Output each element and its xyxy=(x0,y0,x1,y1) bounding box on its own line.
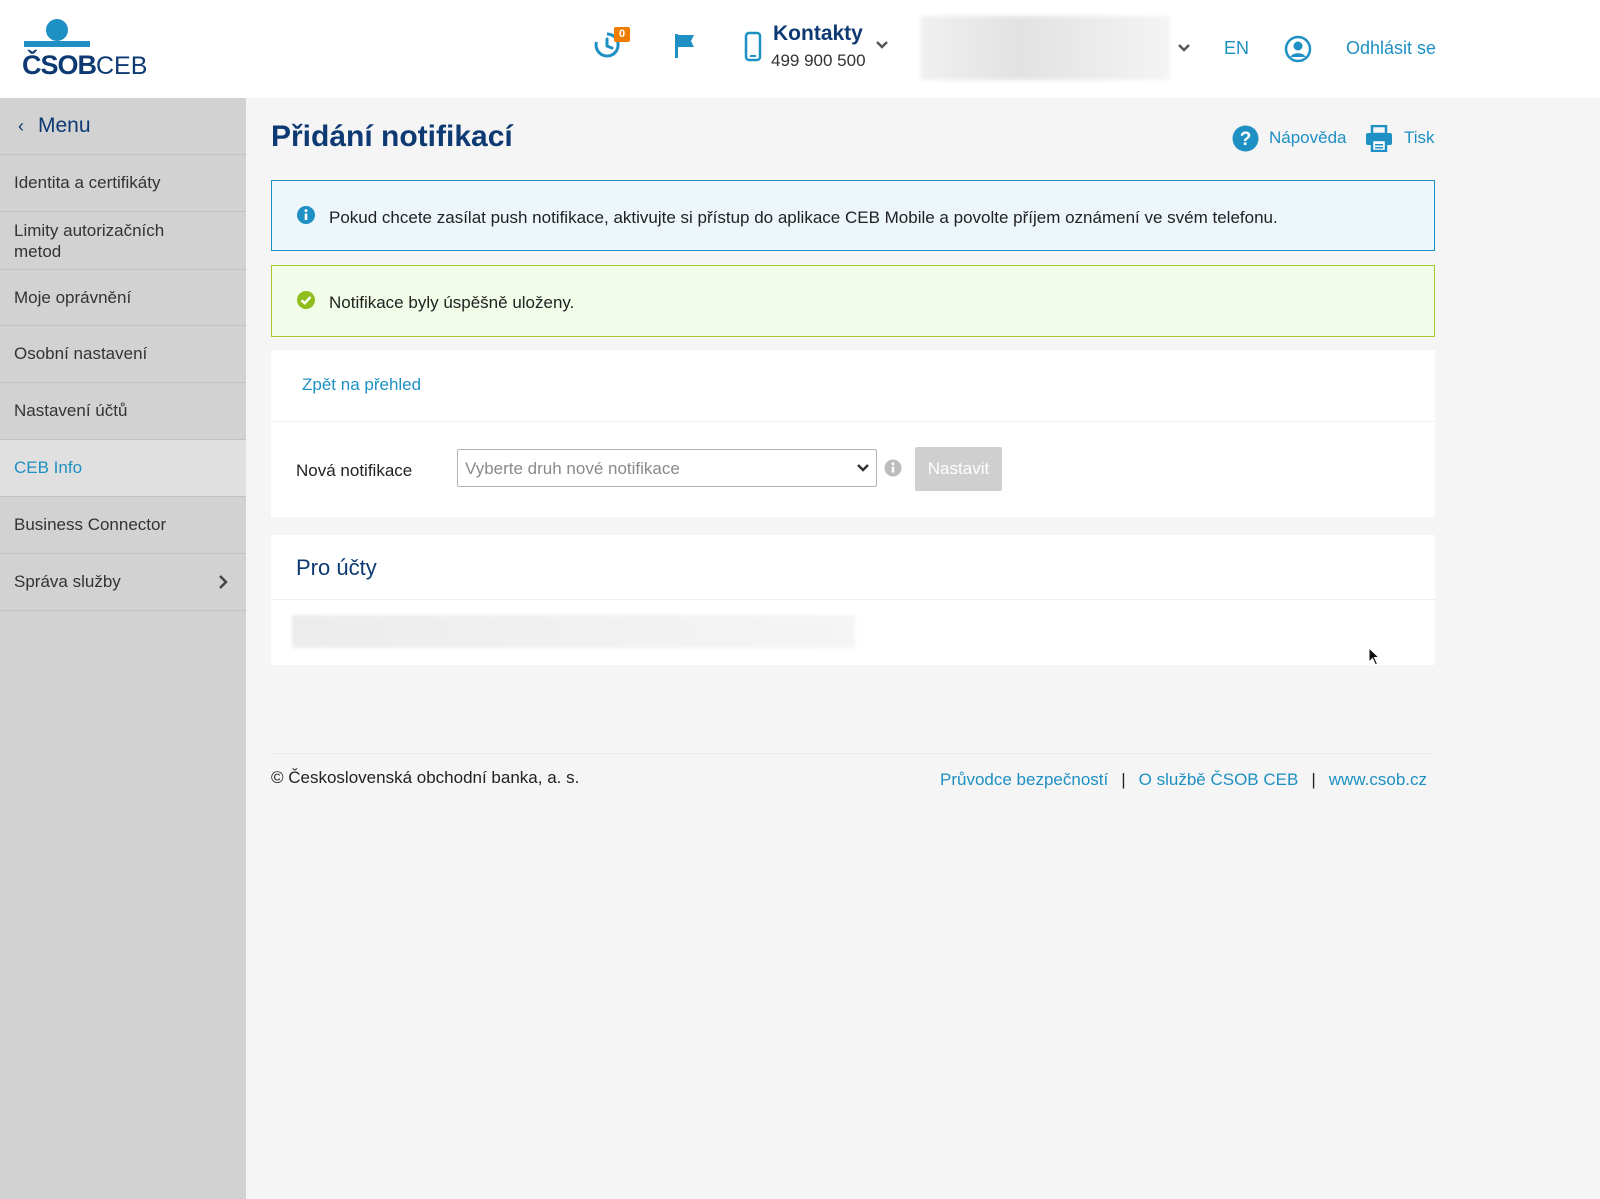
help-question-icon: ? xyxy=(1232,125,1259,152)
check-circle-icon xyxy=(297,291,315,309)
info-tooltip-icon[interactable] xyxy=(884,459,902,477)
csob-logo-mark-icon xyxy=(24,19,90,47)
user-profile-icon[interactable] xyxy=(1284,35,1312,63)
logo-product-text: CEB xyxy=(96,52,148,80)
sidebar-item-label: Business Connector xyxy=(14,515,167,534)
csob-ceb-logo[interactable]: ČSOB CEB xyxy=(22,18,147,80)
menu-label: Menu xyxy=(38,114,91,137)
card-divider xyxy=(271,599,1435,600)
sidebar-item-account-settings[interactable]: Nastavení účtů xyxy=(0,383,246,440)
phone-icon xyxy=(744,31,762,62)
menu-toggle[interactable]: ‹ Menu xyxy=(0,98,246,155)
accounts-section-title: Pro účty xyxy=(296,555,377,580)
footer-link-about-service[interactable]: O službě ČSOB CEB xyxy=(1139,770,1299,789)
contacts-dropdown[interactable]: Kontakty 499 900 500 xyxy=(740,22,890,72)
sidebar-item-label: Nastavení účtů xyxy=(14,401,128,420)
sidebar-item-label: Správa služby xyxy=(14,572,121,591)
sidebar-item-identity[interactable]: Identita a certifikáty xyxy=(0,155,246,212)
account-row-blurred[interactable] xyxy=(292,615,855,648)
chevron-right-icon xyxy=(219,575,228,589)
chevron-down-icon xyxy=(876,41,888,49)
info-alert-text: Pokud chcete zasílat push notifikace, ak… xyxy=(329,208,1278,227)
sidebar-item-label: Identita a certifikáty xyxy=(14,173,161,192)
mouse-cursor-icon xyxy=(1368,647,1381,666)
chevron-down-icon[interactable] xyxy=(1177,43,1191,53)
info-alert: Pokud chcete zasílat push notifikace, ak… xyxy=(271,180,1435,251)
help-label: Nápověda xyxy=(1269,128,1347,147)
contacts-phone: 499 900 500 xyxy=(771,51,866,70)
page-title: Přidání notifikací xyxy=(271,120,513,153)
sidebar-item-personal-settings[interactable]: Osobní nastavení xyxy=(0,326,246,383)
language-switch[interactable]: EN xyxy=(1224,38,1249,59)
footer-copyright: © Československá obchodní banka, a. s. xyxy=(271,768,580,787)
accounts-section-card: Pro účty xyxy=(271,535,1435,665)
new-notification-label: Nová notifikace xyxy=(296,461,413,480)
select-placeholder: Vyberte druh nové notifikace xyxy=(465,459,680,478)
history-count-badge: 0 xyxy=(614,27,630,42)
print-link[interactable]: Tisk xyxy=(1365,124,1435,155)
print-label: Tisk xyxy=(1404,128,1435,147)
footer-separator: | xyxy=(1311,770,1316,789)
top-header: ČSOB CEB 0 Kontakty 499 900 500 EN Odhlá… xyxy=(0,0,1600,98)
chevron-down-icon xyxy=(857,464,869,472)
card-divider xyxy=(271,421,1435,422)
back-to-overview-link[interactable]: Zpět na přehled xyxy=(302,375,421,395)
chevron-left-icon: ‹ xyxy=(18,116,24,136)
success-alert-text: Notifikace byly úspěšně uloženy. xyxy=(329,293,575,312)
sidebar-item-label: CEB Info xyxy=(14,458,83,477)
sidebar-item-business-connector[interactable]: Business Connector xyxy=(0,497,246,554)
footer-divider xyxy=(271,753,1435,754)
contacts-title: Kontakty xyxy=(773,22,863,45)
sidebar-item-permissions[interactable]: Moje oprávnění xyxy=(0,270,246,326)
sidebar-item-label: Moje oprávnění xyxy=(14,287,132,307)
sidebar-item-label: Osobní nastavení xyxy=(14,344,148,363)
footer-links: Průvodce bezpečností | O službě ČSOB CEB | w… xyxy=(940,770,1427,790)
svg-text:?: ? xyxy=(1240,129,1252,150)
set-notification-button[interactable]: Nastavit xyxy=(915,447,1002,491)
footer-separator: | xyxy=(1121,770,1126,789)
sidebar-item-label: Limity autorizačních metod xyxy=(14,220,165,261)
footer-link-website[interactable]: www.csob.cz xyxy=(1329,770,1427,789)
info-icon xyxy=(297,206,315,224)
success-alert: Notifikace byly úspěšně uloženy. xyxy=(271,265,1435,337)
notification-type-select[interactable]: Vyberte druh nové notifikace xyxy=(457,449,877,487)
logo-brand-text: ČSOB xyxy=(22,50,97,80)
sidebar-item-auth-limits[interactable]: Limity autorizačních metod xyxy=(0,212,246,270)
sidebar-item-ceb-info[interactable]: CEB Info xyxy=(0,440,246,497)
sidebar-nav: ‹ Menu Identita a certifikáty Limity auto… xyxy=(0,98,246,1199)
flag-icon xyxy=(675,34,694,58)
footer-link-security-guide[interactable]: Průvodce bezpečností xyxy=(940,770,1108,789)
printer-icon xyxy=(1366,124,1392,153)
user-company-selector[interactable] xyxy=(920,16,1170,80)
flag-button[interactable] xyxy=(672,30,708,66)
history-button[interactable]: 0 xyxy=(592,27,630,66)
logout-link[interactable]: Odhlásit se xyxy=(1346,38,1436,59)
sidebar-item-service-management[interactable]: Správa služby xyxy=(0,554,246,611)
help-link[interactable]: ? Nápověda xyxy=(1232,125,1347,155)
new-notification-card: Zpět na přehled Nová notifikace Vyberte … xyxy=(271,350,1435,517)
